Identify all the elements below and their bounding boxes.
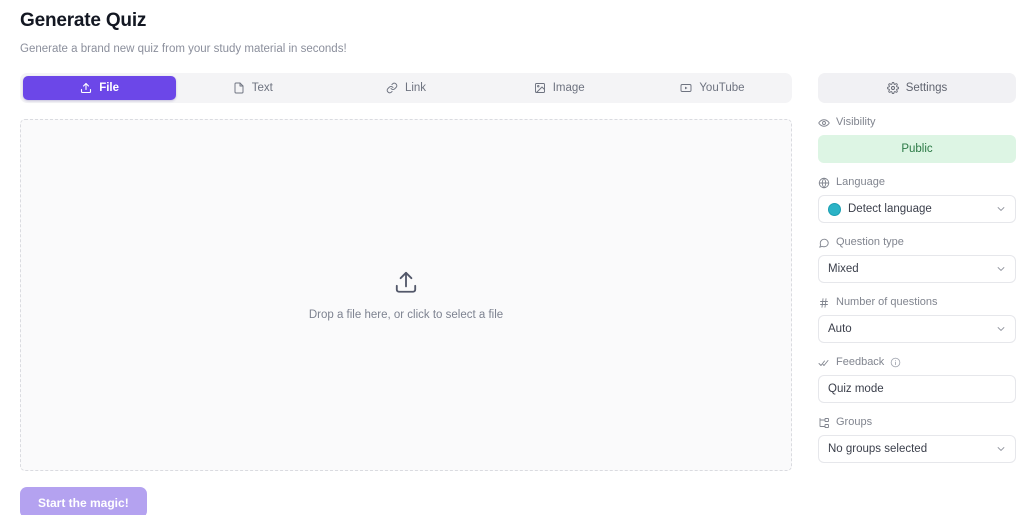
source-panel: File Text Link Image YouTube Drop a file…	[20, 73, 792, 515]
question-type-value: Mixed	[828, 263, 859, 275]
feedback-label-text: Feedback	[836, 356, 885, 368]
field-language-label: Language	[818, 176, 1016, 189]
upload-icon	[80, 82, 92, 94]
groups-select[interactable]: No groups selected	[818, 435, 1016, 463]
chevron-down-icon	[996, 264, 1006, 274]
tab-image[interactable]: Image	[483, 76, 636, 100]
field-groups-label: Groups	[818, 416, 1016, 429]
eye-icon	[818, 117, 830, 129]
field-number-of-questions: Number of questions Auto	[818, 296, 1016, 343]
visibility-value: Public	[901, 143, 933, 155]
globe-icon	[818, 177, 830, 189]
settings-button[interactable]: Settings	[818, 73, 1016, 103]
number-of-questions-value: Auto	[828, 323, 852, 335]
tab-youtube-label: YouTube	[699, 82, 745, 94]
number-of-questions-label-text: Number of questions	[836, 296, 938, 308]
generate-quiz-page: Generate Quiz Generate a brand new quiz …	[0, 0, 1024, 515]
chevron-down-icon	[996, 204, 1006, 214]
groups-value: No groups selected	[828, 443, 928, 455]
info-icon[interactable]	[890, 357, 901, 368]
visibility-public-button[interactable]: Public	[818, 135, 1016, 163]
document-icon	[233, 82, 245, 94]
tab-youtube[interactable]: YouTube	[636, 76, 789, 100]
feedback-field[interactable]: Quiz mode	[818, 375, 1016, 403]
tab-file[interactable]: File	[23, 76, 177, 100]
page-header: Generate Quiz Generate a brand new quiz …	[0, 0, 1024, 57]
hierarchy-icon	[818, 417, 830, 429]
video-icon	[680, 82, 692, 94]
link-icon	[386, 82, 398, 94]
checks-icon	[818, 357, 830, 369]
tab-text-label: Text	[251, 82, 273, 94]
dropzone-label: Drop a file here, or click to select a f…	[308, 309, 504, 321]
settings-panel: Settings Visibility Public Language Dete…	[818, 73, 1016, 463]
field-groups: Groups No groups selected	[818, 416, 1016, 463]
content-area: File Text Link Image YouTube Drop a file…	[0, 73, 1024, 515]
settings-button-label: Settings	[905, 82, 948, 94]
hash-icon	[818, 297, 830, 309]
tab-file-label: File	[99, 82, 119, 94]
language-select[interactable]: Detect language	[818, 195, 1016, 223]
groups-label-text: Groups	[836, 416, 873, 428]
visibility-label-text: Visibility	[836, 116, 876, 128]
chat-icon	[818, 237, 830, 249]
field-feedback: Feedback Quiz mode	[818, 356, 1016, 403]
chevron-down-icon	[996, 324, 1006, 334]
image-icon	[534, 82, 546, 94]
tab-text[interactable]: Text	[176, 76, 329, 100]
field-number-of-questions-label: Number of questions	[818, 296, 1016, 309]
page-subtitle: Generate a brand new quiz from your stud…	[20, 43, 347, 55]
upload-icon	[393, 269, 419, 295]
tab-link-label: Link	[404, 82, 427, 94]
page-title: Generate Quiz	[20, 10, 147, 31]
chevron-down-icon	[996, 444, 1006, 454]
tab-image-label: Image	[552, 82, 585, 94]
question-type-label-text: Question type	[836, 236, 904, 248]
tab-link[interactable]: Link	[329, 76, 482, 100]
field-language: Language Detect language	[818, 176, 1016, 223]
source-tabs: File Text Link Image YouTube	[20, 73, 792, 103]
number-of-questions-select[interactable]: Auto	[818, 315, 1016, 343]
start-the-magic-button[interactable]: Start the magic!	[20, 487, 147, 515]
globe-badge-icon	[828, 202, 841, 216]
field-visibility: Visibility Public	[818, 116, 1016, 163]
question-type-select[interactable]: Mixed	[818, 255, 1016, 283]
file-dropzone[interactable]: Drop a file here, or click to select a f…	[20, 119, 792, 471]
field-question-type-label: Question type	[818, 236, 1016, 249]
gear-icon	[886, 82, 899, 94]
language-value: Detect language	[848, 203, 932, 215]
language-label-text: Language	[836, 176, 885, 188]
field-feedback-label: Feedback	[818, 356, 1016, 369]
feedback-value: Quiz mode	[828, 383, 884, 395]
field-visibility-label: Visibility	[818, 116, 1016, 129]
field-question-type: Question type Mixed	[818, 236, 1016, 283]
